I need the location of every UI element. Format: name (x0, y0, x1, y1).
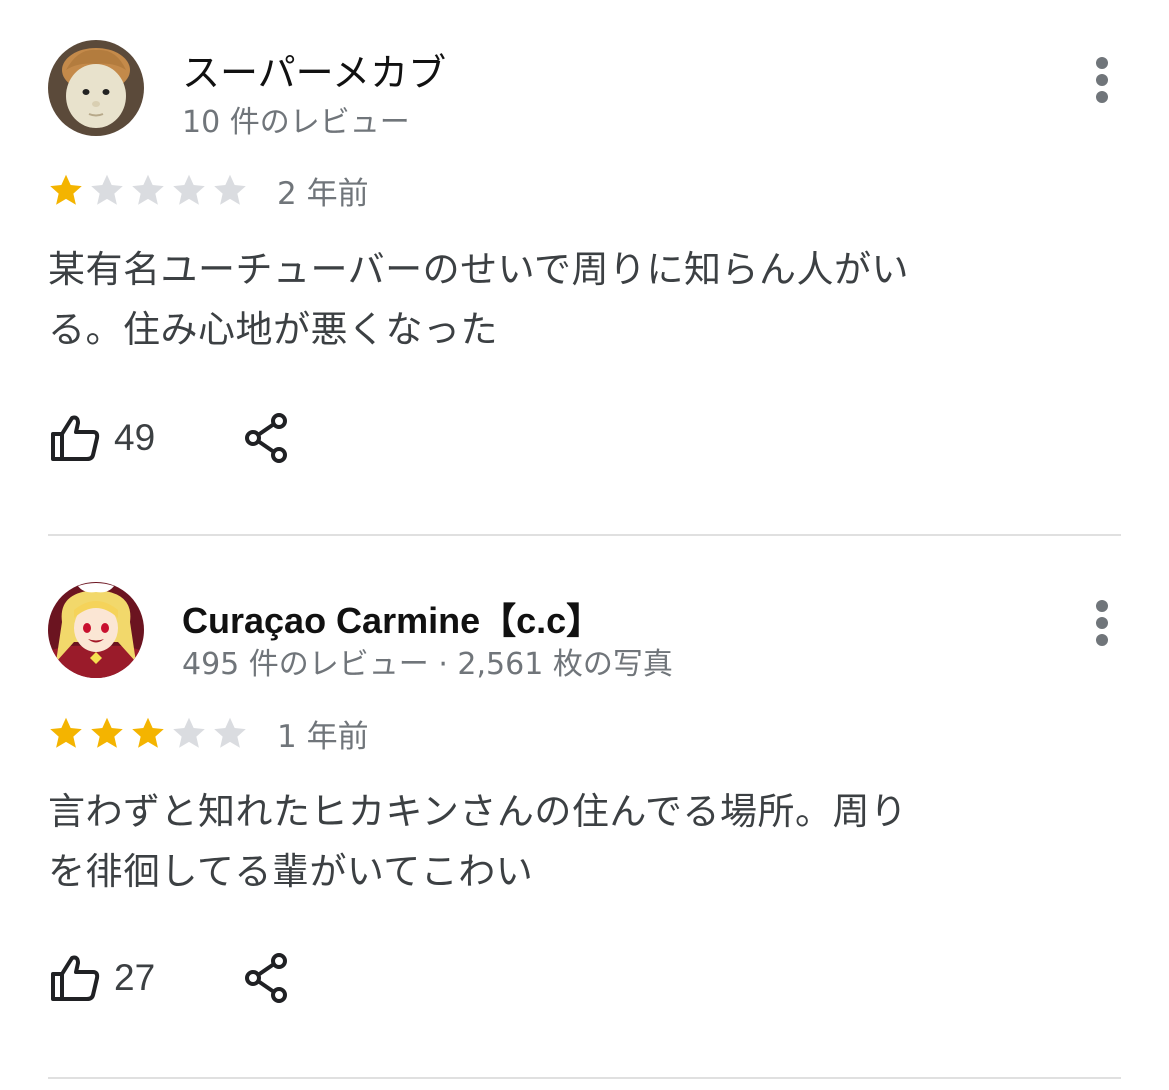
reviewer-name[interactable]: スーパーメカブ (182, 42, 446, 97)
review-text-line: る。住み心地が悪くなった (48, 308, 498, 351)
reviewer-avatar[interactable] (48, 40, 144, 136)
share-icon (245, 413, 288, 463)
review-card: Curaçao Carmine【c.c】 495 件のレビュー · 2,561 … (0, 536, 1169, 1090)
reviewer-review-count: 10 件のレビュー (182, 105, 410, 140)
star-icon (50, 717, 82, 748)
more-options-button[interactable] (1087, 600, 1117, 650)
star-rating (48, 715, 253, 751)
like-button[interactable]: 49 (48, 411, 155, 465)
thumbs-up-icon (51, 955, 100, 1001)
review-text-line: 言わずと知れたヒカキンさんの住んでる場所。周り (48, 790, 908, 833)
review-time: 2 年前 (277, 175, 369, 212)
reviewer-name[interactable]: Curaçao Carmine【c.c】 (182, 592, 602, 644)
reviewer-review-count: 495 件のレビュー · 2,561 枚の写真 (182, 647, 673, 682)
review-card: スーパーメカブ 10 件のレビュー 2 年前 某有名ユーチューバーのせいで周りに… (0, 0, 1169, 536)
share-icon (245, 953, 288, 1003)
star-icon (132, 717, 164, 748)
star-icon (173, 174, 205, 205)
reviewer-avatar[interactable] (48, 582, 144, 678)
share-button[interactable] (243, 411, 293, 465)
star-icon (214, 717, 246, 748)
rating-row: 1 年前 (48, 711, 369, 755)
star-icon (91, 717, 123, 748)
review-text: 某有名ユーチューバーのせいで周りに知らん人がい る。住み心地が悪くなった (48, 240, 1028, 360)
review-time: 1 年前 (277, 718, 369, 755)
review-actions: 49 (48, 408, 293, 468)
star-icon (50, 174, 82, 205)
review-text-line: 某有名ユーチューバーのせいで周りに知らん人がい (48, 248, 910, 291)
star-icon (132, 174, 164, 205)
doll-face-avatar-icon (48, 40, 144, 136)
anime-character-avatar-icon (48, 582, 144, 678)
star-rating (48, 172, 253, 208)
more-vert-icon (1096, 57, 1108, 69)
star-icon (214, 174, 246, 205)
like-button[interactable]: 27 (48, 951, 155, 1005)
like-count: 27 (114, 957, 156, 998)
rating-row: 2 年前 (48, 168, 369, 212)
review-actions: 27 (48, 948, 293, 1008)
share-button[interactable] (243, 951, 293, 1005)
star-icon (173, 717, 205, 748)
thumbs-up-icon (51, 415, 100, 461)
review-text: 言わずと知れたヒカキンさんの住んでる場所。周り を徘徊してる輩がいてこわい (48, 782, 1028, 902)
more-options-button[interactable] (1087, 57, 1117, 107)
star-icon (91, 174, 123, 205)
review-text-line: を徘徊してる輩がいてこわい (48, 850, 534, 893)
more-vert-icon (1096, 600, 1108, 612)
like-count: 49 (114, 417, 156, 458)
divider (48, 1077, 1121, 1079)
